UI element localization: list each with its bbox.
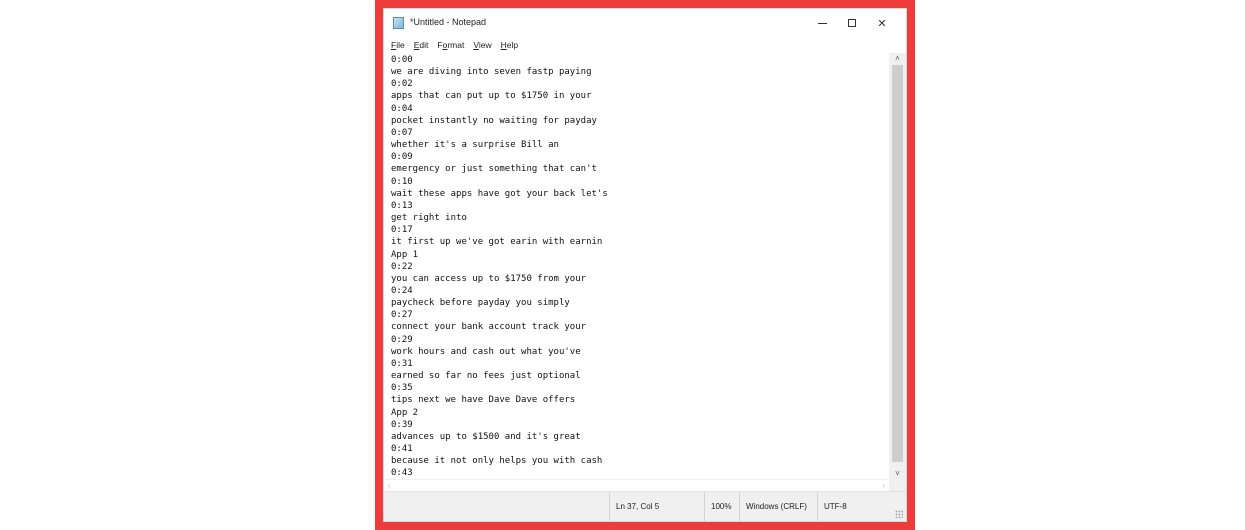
notepad-window: *Untitled - Notepad ✕ File Edit Format V…: [383, 8, 907, 522]
editor-line: apps that can put up to $1750 in your: [391, 91, 592, 102]
editor-line: 0:13: [391, 200, 413, 211]
menu-format[interactable]: Format: [437, 40, 464, 50]
editor-line: 0:35: [391, 383, 413, 394]
menu-edit[interactable]: Edit: [414, 40, 429, 50]
editor-line: emergency or just something that can't: [391, 164, 597, 175]
text-editor[interactable]: 0:00 we are diving into seven fastp payi…: [384, 53, 889, 480]
resize-grip-icon[interactable]: [895, 510, 903, 518]
status-zoom: 100%: [704, 492, 739, 521]
editor-line: it first up we've got earin with earnin: [391, 237, 603, 248]
close-icon: ✕: [877, 17, 887, 30]
scroll-down-arrow-icon[interactable]: ˅: [889, 468, 906, 480]
highlight-frame: *Untitled - Notepad ✕ File Edit Format V…: [375, 0, 915, 530]
status-line-ending: Windows (CRLF): [739, 492, 817, 521]
editor-line: advances up to $1500 and it's great: [391, 431, 581, 442]
editor-line: pocket instantly no waiting for payday: [391, 115, 597, 126]
editor-line: wait these apps have got your back let's: [391, 188, 608, 199]
menu-view[interactable]: View: [473, 40, 491, 50]
editor-line: paycheck before payday you simply: [391, 298, 570, 309]
maximize-button[interactable]: [838, 13, 866, 33]
menu-bar: File Edit Format View Help: [384, 37, 906, 54]
editor-line: work hours and cash out what you've: [391, 346, 581, 357]
minimize-button[interactable]: [808, 13, 836, 33]
editor-line: 0:07: [391, 127, 413, 138]
title-bar[interactable]: *Untitled - Notepad ✕: [384, 9, 906, 37]
editor-line: 0:10: [391, 176, 413, 187]
notepad-icon: [393, 17, 404, 29]
editor-line: App 1: [391, 249, 419, 260]
vertical-scroll-thumb[interactable]: [892, 65, 903, 462]
editor-line: we are diving into seven fastp paying: [391, 67, 592, 78]
status-encoding: UTF-8: [817, 492, 897, 521]
editor-line: 0:27: [391, 310, 413, 321]
editor-line: tips next we have Dave Dave offers: [391, 395, 576, 406]
editor-content[interactable]: 0:00 we are diving into seven fastp payi…: [384, 53, 889, 480]
menu-file[interactable]: File: [391, 40, 405, 50]
editor-line: because it not only helps you with cash: [391, 456, 603, 467]
minimize-icon: [817, 22, 827, 24]
editor-line: earned so far no fees just optional: [391, 371, 581, 382]
vertical-scrollbar[interactable]: ˄ ˅: [889, 53, 906, 480]
scroll-up-arrow-icon[interactable]: ˄: [889, 53, 906, 65]
editor-line: you can access up to $1750 from your: [391, 273, 587, 284]
editor-line: 0:24: [391, 285, 413, 296]
editor-line: get right into: [391, 213, 467, 224]
maximize-icon: [848, 19, 856, 27]
editor-line: App 2: [391, 407, 419, 418]
editor-line: 0:22: [391, 261, 413, 272]
editor-line: 0:43: [391, 468, 413, 479]
editor-line: connect your bank account track your: [391, 322, 587, 333]
editor-line: 0:04: [391, 103, 413, 114]
window-title: *Untitled - Notepad: [410, 17, 487, 27]
editor-line: 0:31: [391, 358, 413, 369]
editor-line: whether it's a surprise Bill an: [391, 140, 559, 151]
close-button[interactable]: ✕: [868, 13, 896, 33]
editor-line: 0:41: [391, 444, 413, 454]
menu-help[interactable]: Help: [501, 40, 518, 50]
editor-line: 0:39: [391, 419, 413, 430]
editor-line: 0:09: [391, 152, 413, 163]
editor-line: 0:02: [391, 79, 413, 90]
editor-line: 0:00: [391, 55, 413, 65]
status-cursor-position: Ln 37, Col 5: [609, 492, 704, 521]
status-bar: Ln 37, Col 5 100% Windows (CRLF) UTF-8: [384, 491, 906, 521]
editor-line: 0:17: [391, 225, 413, 236]
editor-line: 0:29: [391, 334, 413, 345]
